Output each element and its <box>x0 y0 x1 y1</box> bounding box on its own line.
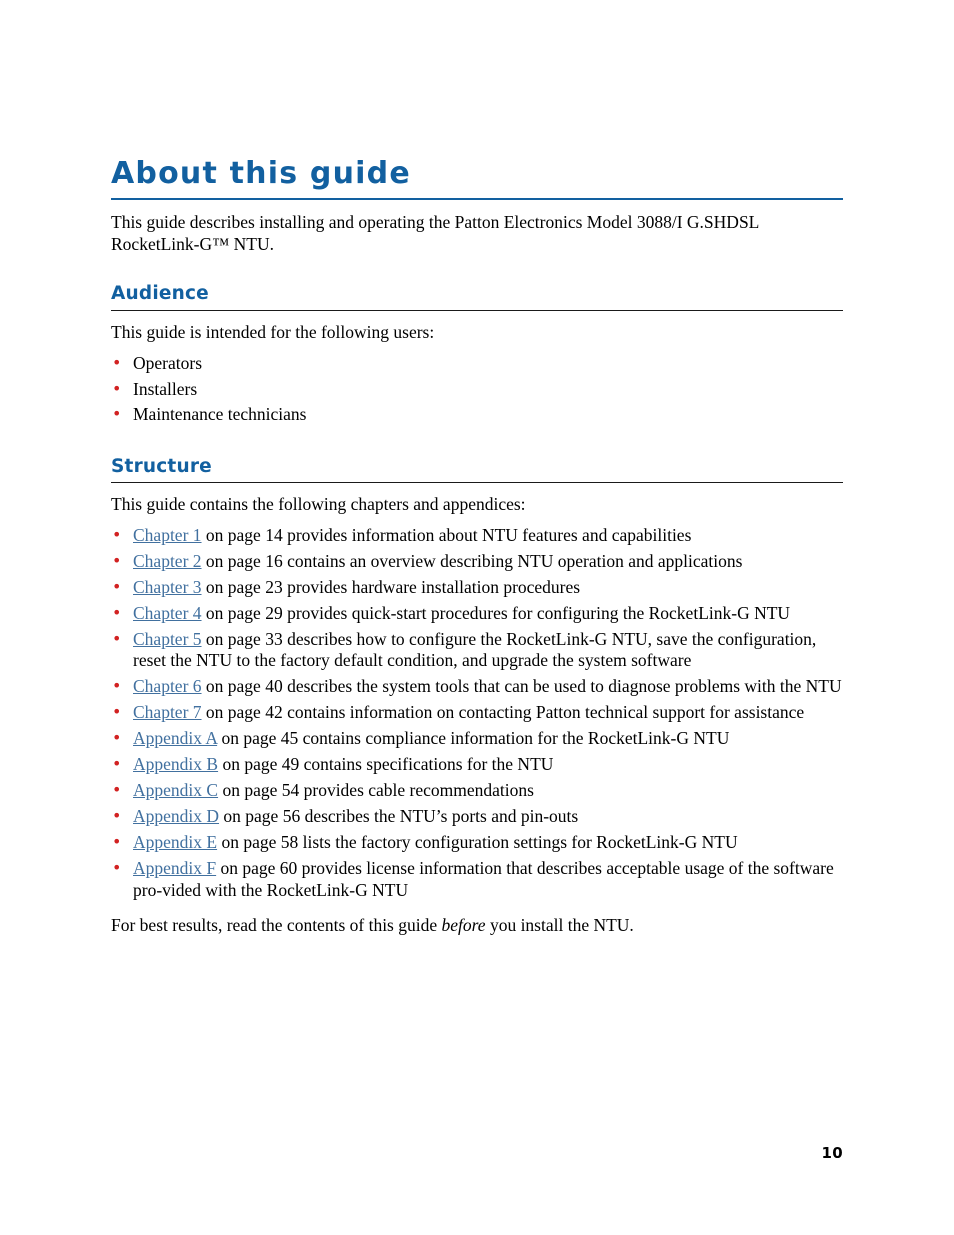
list-item: Appendix C on page 54 provides cable rec… <box>111 779 843 802</box>
closing-emphasis: before <box>441 914 486 935</box>
cross-reference-link[interactable]: Chapter 1 <box>133 525 202 545</box>
section-heading-audience: Audience <box>111 283 209 304</box>
section-heading-structure: Structure <box>111 455 212 477</box>
list-item: Appendix B on page 49 contains specifica… <box>111 753 843 776</box>
list-item: Chapter 2 on page 16 contains an overvie… <box>111 550 843 573</box>
list-item-text: on page 40 describes the system tools th… <box>201 676 842 696</box>
list-item-text: on page 60 provides license information … <box>133 858 834 900</box>
cross-reference-link[interactable]: Appendix C <box>133 780 218 800</box>
list-item-text: on page 42 contains information on conta… <box>201 702 805 722</box>
closing-paragraph: For best results, read the contents of t… <box>111 906 843 937</box>
cross-reference-link[interactable]: Chapter 4 <box>133 603 202 623</box>
list-item-text: on page 16 contains an overview describi… <box>201 550 743 571</box>
list-item: Chapter 3 on page 23 provides hardware i… <box>111 576 843 599</box>
cross-reference-link[interactable]: Chapter 6 <box>133 676 202 696</box>
document-page: About this guide This guide describes in… <box>0 0 954 1235</box>
list-item-text: Maintenance technicians <box>133 404 307 424</box>
list-item: Appendix F on page 60 provides license i… <box>111 857 843 901</box>
cross-reference-link[interactable]: Chapter 7 <box>133 702 202 722</box>
list-item-text: on page 29 provides quick-start procedur… <box>201 602 791 623</box>
page-title: About this guide <box>111 156 411 191</box>
list-item-text: on page 58 lists the factory configurati… <box>217 832 738 852</box>
list-item-text: on page 49 contains specifications for t… <box>218 754 554 774</box>
list-item-text: Installers <box>133 378 198 399</box>
cross-reference-link[interactable]: Appendix E <box>133 832 217 852</box>
list-item-text: on page 45 contains compliance informati… <box>217 728 730 748</box>
list-item: Chapter 6 on page 40 describes the syste… <box>111 675 843 698</box>
cross-reference-link[interactable]: Chapter 5 <box>133 629 202 649</box>
closing-text-before: For best results, read the contents of t… <box>111 914 442 935</box>
cross-reference-link[interactable]: Chapter 3 <box>133 577 202 597</box>
list-item: Chapter 1 on page 14 provides informatio… <box>111 524 843 547</box>
list-item: Appendix E on page 58 lists the factory … <box>111 831 843 854</box>
list-item: Maintenance technicians <box>111 403 843 426</box>
structure-list: Chapter 1 on page 14 provides informatio… <box>111 516 843 902</box>
intro-paragraph: This guide describes installing and oper… <box>111 212 759 254</box>
list-item-text: on page 33 describes how to configure th… <box>133 628 817 671</box>
cross-reference-link[interactable]: Appendix A <box>133 728 217 748</box>
page-number: 10 <box>821 1144 843 1162</box>
cross-reference-link[interactable]: Appendix B <box>133 754 218 774</box>
list-item-text: on page 23 provides hardware installatio… <box>201 576 581 597</box>
list-item-text: Operators <box>133 353 203 373</box>
list-item-text: on page 14 provides information about NT… <box>201 524 692 545</box>
list-item: Chapter 5 on page 33 describes how to co… <box>111 628 843 672</box>
cross-reference-link[interactable]: Appendix D <box>133 806 219 826</box>
list-item: Operators <box>111 352 843 375</box>
page-content: About this guide This guide describes in… <box>111 0 843 936</box>
structure-intro-text: This guide contains the following chapte… <box>111 494 526 514</box>
list-item: Chapter 7 on page 42 contains informatio… <box>111 701 843 724</box>
list-item-text: on page 54 provides cable recommendation… <box>218 780 534 800</box>
list-item: Appendix A on page 45 contains complianc… <box>111 727 843 750</box>
cross-reference-link[interactable]: Chapter 2 <box>133 551 202 571</box>
audience-intro-text: This guide is intended for the following… <box>111 321 435 342</box>
audience-list: Operators Installers Maintenance technic… <box>111 343 843 426</box>
list-item-text: on page 56 describes the NTU’s ports and… <box>219 806 579 826</box>
list-item: Chapter 4 on page 29 provides quick-star… <box>111 602 843 625</box>
list-item: Installers <box>111 378 843 401</box>
closing-text-after: you install the NTU. <box>485 914 634 935</box>
list-item: Appendix D on page 56 describes the NTU’… <box>111 805 843 828</box>
cross-reference-link[interactable]: Appendix F <box>133 858 216 878</box>
